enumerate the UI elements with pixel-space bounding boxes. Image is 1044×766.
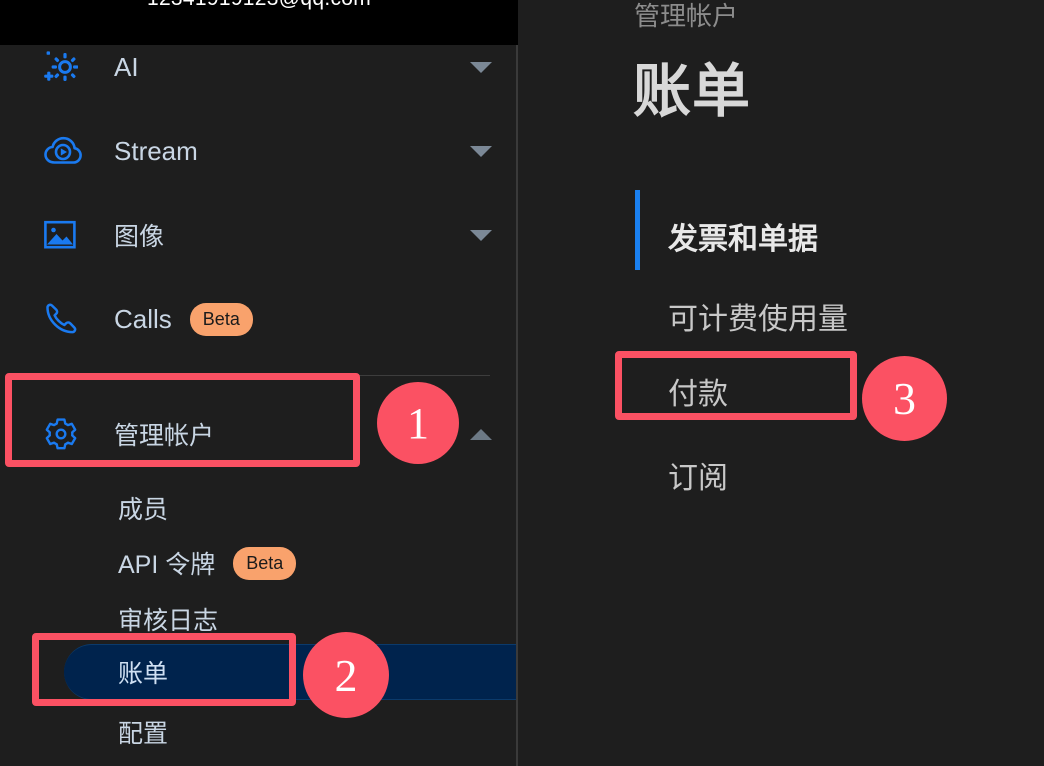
breadcrumb[interactable]: 管理帐户: [634, 0, 738, 33]
sidebar-subitem-audit-logs[interactable]: 审核日志: [0, 595, 516, 643]
sidebar-subitem-label: API 令牌: [118, 551, 216, 579]
ai-sparkle-icon: [44, 50, 88, 84]
image-icon: [44, 220, 88, 250]
sidebar-item-label: Calls: [114, 303, 172, 334]
sidebar-divider: [24, 375, 490, 376]
stream-cloud-play-icon: [44, 136, 88, 166]
annotation-marker-1: 1: [377, 382, 459, 464]
sidebar-item-images[interactable]: 图像: [0, 207, 516, 263]
sidebar-item-label: Stream: [114, 135, 198, 166]
content-menu-item-billable-usage[interactable]: 可计费使用量: [668, 294, 848, 338]
main-content: 管理帐户 账单 发票和单据 可计费使用量 付款 订阅: [520, 0, 1044, 766]
chevron-up-icon[interactable]: [470, 428, 492, 440]
sidebar-subitem-members[interactable]: 成员: [0, 484, 516, 532]
address-text: 12341919123@qq.com: [0, 0, 518, 11]
phone-call-icon: [44, 302, 88, 336]
sidebar-item-label: 管理帐户: [114, 422, 215, 450]
annotation-marker-3: 3: [862, 356, 947, 441]
sidebar-item-calls[interactable]: Calls Beta: [0, 291, 516, 347]
content-menu-item-payment[interactable]: 付款: [668, 369, 728, 413]
gear-icon: [44, 417, 88, 451]
chevron-down-icon[interactable]: [470, 61, 492, 73]
sidebar-subitem-label: 配置: [118, 720, 169, 748]
sidebar-subitem-label: 审核日志: [118, 607, 219, 635]
sidebar-item-ai[interactable]: AI: [0, 39, 516, 95]
sidebar-item-stream[interactable]: Stream: [0, 123, 516, 179]
left-sidebar: AI Stream 图像 Calls Beta 管理帐户 成员 API 令牌 B…: [0, 0, 518, 766]
content-menu-item-invoices[interactable]: 发票和单据: [668, 214, 818, 258]
content-menu-item-subscriptions[interactable]: 订阅: [668, 453, 728, 497]
chevron-down-icon[interactable]: [470, 145, 492, 157]
browser-address-bar: 12341919123@qq.com: [0, 0, 518, 45]
sidebar-subitem-configuration[interactable]: 配置: [0, 708, 516, 756]
sidebar-subitem-billing[interactable]: 账单: [0, 648, 516, 696]
sidebar-subitem-label: 账单: [118, 660, 169, 688]
page-title: 账单: [633, 59, 752, 124]
sidebar-item-label: 图像: [114, 223, 165, 251]
sidebar-subitem-label: 成员: [118, 496, 169, 524]
annotation-marker-2: 2: [303, 632, 389, 718]
beta-badge: Beta: [189, 302, 253, 336]
beta-badge: Beta: [233, 546, 297, 580]
active-menu-indicator: [635, 190, 640, 270]
chevron-down-icon[interactable]: [470, 229, 492, 241]
sidebar-subitem-api-tokens[interactable]: API 令牌 Beta: [0, 539, 516, 587]
sidebar-item-label: AI: [114, 51, 139, 82]
